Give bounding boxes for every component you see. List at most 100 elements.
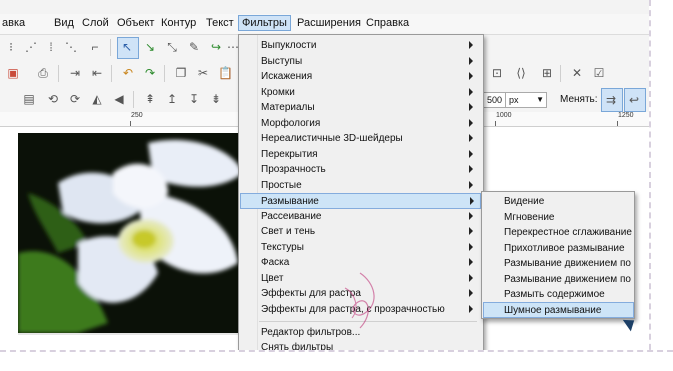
menu-path[interactable]: Контур [161, 17, 196, 29]
selector-icon[interactable]: ↖ [120, 40, 134, 54]
menu-item-light-shadow[interactable]: Свет и тень [241, 224, 479, 239]
menu-item-color[interactable]: Цвет [241, 271, 479, 286]
lower-icon[interactable]: ▤ [22, 92, 36, 106]
filters-menu: Выпуклости Выступы Искажения Кромки Мате… [238, 34, 484, 358]
menu-item-simple[interactable]: Простые [241, 178, 479, 193]
ruler-label: 250 [131, 112, 143, 119]
submenu-arrow-icon [469, 103, 473, 111]
align-icon[interactable]: ⊞ [540, 66, 554, 80]
menu-item-label: Цвет [261, 273, 284, 284]
menu-edit[interactable]: авка [2, 17, 25, 29]
submenu-item-noisy-blur[interactable]: Шумное размывание [483, 302, 634, 318]
snap-icon[interactable]: ⁝ [4, 40, 18, 54]
menu-item-label: Рассеивание [261, 211, 322, 222]
menu-item-scatter[interactable]: Рассеивание [241, 209, 479, 224]
menu-item-distort[interactable]: Искажения [241, 69, 479, 84]
bbox-dots-icon[interactable]: ⁞ [44, 40, 58, 54]
ruler-tick [617, 121, 618, 126]
menu-extensions[interactable]: Расширения [297, 17, 361, 29]
ruler-label: 1250 [618, 112, 634, 119]
rotate-cw-icon[interactable]: ⟳ [68, 92, 82, 106]
menu-object[interactable]: Объект [117, 17, 154, 29]
submenu-item-label: Шумное размывание [504, 305, 602, 316]
unit-select[interactable]: px ▼ [505, 92, 547, 108]
export-icon[interactable]: ⇤ [90, 66, 104, 80]
submenu-item[interactable]: Перекрестное сглаживание [484, 225, 632, 240]
pen-icon[interactable]: ✎ [187, 40, 201, 54]
menu-item-filter-editor[interactable]: Редактор фильтров... [241, 325, 479, 340]
rotate-ccw-icon[interactable]: ⟲ [46, 92, 60, 106]
menu-filters[interactable]: Фильтры [238, 15, 291, 31]
submenu-arrow-icon [469, 227, 473, 235]
import-icon[interactable]: ⇥ [68, 66, 82, 80]
menu-item-label: Эффекты для растра [261, 288, 361, 299]
menu-item-blurs[interactable]: Размывание [240, 193, 481, 209]
cut-icon[interactable]: ✂ [196, 66, 210, 80]
curve-arrow-icon[interactable]: ↘ [143, 40, 157, 54]
menu-item-materials[interactable]: Материалы [241, 100, 479, 115]
redo-icon[interactable]: ↷ [143, 66, 157, 80]
menu-item-overlays[interactable]: Перекрытия [241, 147, 479, 162]
menu-item-ridges[interactable]: Выступы [241, 54, 479, 69]
tweak-icon[interactable]: ⤡ [165, 40, 179, 54]
menu-item-transparency[interactable]: Прозрачность [241, 162, 479, 177]
scale-corners-icon: ↩ [628, 93, 640, 107]
copy-icon[interactable]: ❐ [174, 66, 188, 80]
menu-layer[interactable]: Слой [82, 17, 109, 29]
menu-item-label: Кромки [261, 87, 295, 98]
rotate-icon[interactable]: ↪ [209, 40, 223, 54]
menu-view[interactable]: Вид [54, 17, 74, 29]
undo-icon[interactable]: ↶ [121, 66, 135, 80]
menu-item-non-realistic-3d[interactable]: Нереалистичные 3D-шейдеры [241, 131, 479, 146]
menu-item-label: Перекрытия [261, 149, 318, 160]
submenu-item[interactable]: Размывание движением по гориз [484, 272, 634, 287]
menu-item-bumps[interactable]: Выпуклости [241, 38, 479, 53]
menu-item-textures[interactable]: Текстуры [241, 240, 479, 255]
toolbar-separator [164, 65, 165, 82]
bracket-icon[interactable]: ⌐ [88, 40, 102, 54]
submenu-item-label: Размыть содержимое [504, 289, 605, 300]
node-dots-icon[interactable]: ⋰ [24, 40, 38, 54]
menu-text[interactable]: Текст [206, 17, 234, 29]
toolbar-separator [110, 39, 111, 56]
flip-vertical-icon[interactable]: ◀ [112, 92, 126, 106]
lower-to-bottom-icon[interactable]: ⇟ [209, 92, 223, 106]
ruler-label: 1000 [496, 112, 512, 119]
submenu-arrow-icon [469, 181, 473, 189]
orchid-photo[interactable] [18, 133, 248, 335]
tools-icon[interactable]: ✕ [570, 66, 584, 80]
menu-item-raster-effects[interactable]: Эффекты для растра [241, 286, 479, 301]
corner-dots-icon[interactable]: ⋱ [64, 40, 78, 54]
open-icon[interactable]: ▣ [6, 66, 20, 80]
menu-item-label: Свет и тень [261, 226, 316, 237]
xml-editor-icon[interactable]: ⊡ [490, 66, 504, 80]
blurs-submenu: Видение Мгновение Перекрестное сглаживан… [481, 191, 635, 319]
menu-help[interactable]: Справка [366, 17, 409, 29]
raise-to-top-icon[interactable]: ⇞ [143, 92, 157, 106]
ruler-tick [495, 121, 496, 126]
print-icon[interactable]: ⎙ [36, 66, 50, 80]
code-icon[interactable]: ⟨⟩ [514, 66, 528, 80]
preferences-icon[interactable]: ☑ [592, 66, 606, 80]
lower-step-icon[interactable]: ↧ [187, 92, 201, 106]
raise-icon[interactable]: ↥ [165, 92, 179, 106]
torn-edge-bottom [0, 350, 673, 371]
submenu-item-label: Прихотливое размывание [504, 243, 625, 254]
paste-icon[interactable]: 📋 [218, 66, 233, 80]
submenu-item[interactable]: Видение [484, 194, 632, 209]
flip-horizontal-icon[interactable]: ◭ [90, 92, 104, 106]
menu-item-bevels[interactable]: Фаска [241, 255, 479, 270]
menu-item-raster-effects-transparency[interactable]: Эффекты для растра, с прозрачностью [241, 302, 479, 317]
torn-edge [649, 0, 665, 360]
submenu-arrow-icon [469, 243, 473, 251]
submenu-item[interactable]: Размывание движением по верти [484, 256, 634, 271]
submenu-item[interactable]: Мгновение [484, 210, 632, 225]
menu-separator [259, 321, 477, 322]
menu-item-morphology[interactable]: Морфология [241, 116, 479, 131]
toolbar-separator [58, 65, 59, 82]
submenu-item[interactable]: Прихотливое размывание [484, 241, 632, 256]
submenu-item[interactable]: Размыть содержимое [484, 287, 632, 302]
menu-item-edges[interactable]: Кромки [241, 85, 479, 100]
submenu-arrow-icon [469, 41, 473, 49]
submenu-arrow-icon [469, 119, 473, 127]
